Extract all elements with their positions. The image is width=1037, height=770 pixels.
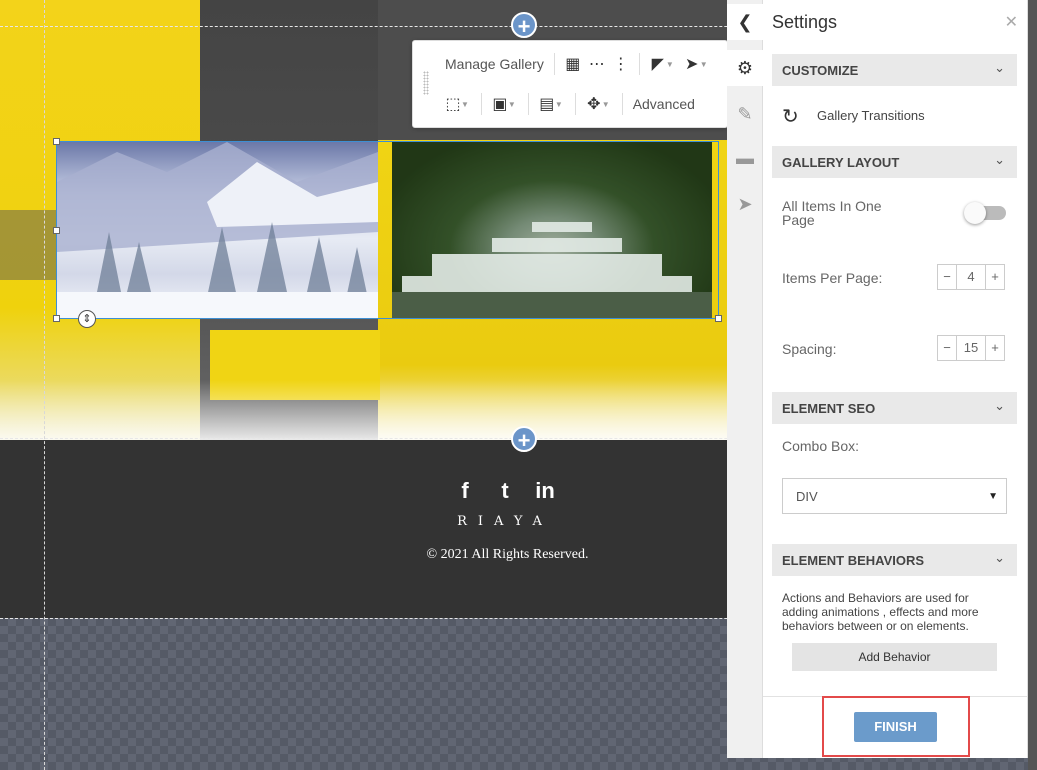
combo-box-label: Combo Box: [782,438,860,454]
ruler-icon[interactable]: ▬ [727,140,763,176]
section-gallery-layout[interactable]: GALLERY LAYOUT ⌄ [772,146,1017,178]
behaviors-description: Actions and Behaviors are used for addin… [782,591,979,633]
gallery-image-waterfall[interactable] [392,142,712,318]
spacing-value[interactable]: 15 [956,336,986,360]
twitter-icon[interactable]: t [494,478,516,504]
toolbar-divider [527,93,529,115]
spacing-stepper: − 15 + [937,335,1005,361]
gallery-transitions-link[interactable]: Gallery Transitions [817,108,925,123]
resize-handle[interactable] [53,138,60,145]
toolbar-divider [574,93,576,115]
chevron-down-icon[interactable]: ⌄ [994,398,1005,414]
canvas-edge [1028,0,1037,770]
transitions-icon: ↻ [782,106,799,128]
resize-handle[interactable] [53,227,60,234]
all-items-toggle[interactable] [964,202,1006,224]
facebook-icon[interactable]: f [454,478,476,504]
caret-down-icon: ▼ [988,491,998,502]
caret-down-icon[interactable]: ▼ [700,60,708,69]
gear-icon[interactable]: ⚙ [727,50,763,86]
increment-button[interactable]: + [986,265,1004,289]
add-section-top-button[interactable]: + [511,12,537,39]
resize-handle[interactable] [53,315,60,322]
caret-down-icon[interactable]: ▼ [602,100,610,109]
grid-icon[interactable]: ▦ [561,54,585,74]
element-toolbar: Manage Gallery ▦ ⋯ ⋮ ◤ ▼ ➤ ▼ ⬚ ▼ ▣ ▼ ▤ ▼… [412,40,728,128]
chevron-left-icon[interactable]: ❮ [727,4,763,40]
manage-gallery-button[interactable]: Manage Gallery [441,56,548,72]
advanced-button[interactable]: Advanced [629,96,699,112]
chevron-down-icon[interactable]: ⌄ [994,60,1005,76]
reorder-handle-icon[interactable]: ⇕ [78,310,96,328]
items-per-page-label: Items Per Page: [782,270,883,286]
rocket-icon[interactable]: ➤ [727,186,763,222]
decrement-button[interactable]: − [938,265,956,289]
layout-guide [44,0,45,770]
caret-down-icon[interactable]: ▼ [555,100,563,109]
add-behavior-button[interactable]: Add Behavior [792,643,997,671]
items-per-page-stepper: − 4 + [937,264,1005,290]
toolbar-divider [638,53,640,75]
section-element-seo[interactable]: ELEMENT SEO ⌄ [772,392,1017,424]
combo-box-value: DIV [796,489,818,504]
items-per-page-value[interactable]: 4 [956,265,986,289]
increment-button[interactable]: + [986,336,1004,360]
panel-title: Settings [772,12,838,32]
drag-grip-icon[interactable] [423,71,429,95]
section-label: CUSTOMIZE [782,63,859,78]
close-icon[interactable]: ✕ [1005,12,1018,32]
resize-handle[interactable] [715,315,722,322]
section-label: GALLERY LAYOUT [782,155,900,170]
section-customize[interactable]: CUSTOMIZE ⌄ [772,54,1017,86]
settings-sidenav: ❮ ⚙ ✎ ▬ ➤ [727,0,763,758]
dots-vertical-icon[interactable]: ⋮ [609,54,633,74]
caret-down-icon[interactable]: ▼ [666,60,674,69]
gallery-image-snowy-mountain[interactable] [57,142,378,318]
linkedin-icon[interactable]: in [534,478,556,504]
section-element-behaviors[interactable]: ELEMENT BEHAVIORS ⌄ [772,544,1017,576]
toolbar-divider [621,93,623,115]
caret-down-icon[interactable]: ▼ [461,100,469,109]
finish-button[interactable]: FINISH [854,712,937,742]
add-section-bottom-button[interactable]: + [511,426,537,453]
chevron-down-icon[interactable]: ⌄ [994,152,1005,168]
settings-panel: Settings ✕ CUSTOMIZE ⌄ ↻ Gallery Transit… [763,0,1028,758]
section-label: ELEMENT BEHAVIORS [782,553,925,568]
gallery-element[interactable] [56,141,719,319]
combo-box-select[interactable]: DIV ▼ [782,478,1007,514]
decrement-button[interactable]: − [938,336,956,360]
all-items-label: All Items In One Page [782,198,882,228]
dots-horizontal-icon[interactable]: ⋯ [585,54,609,74]
toolbar-divider [553,53,555,75]
chevron-down-icon[interactable]: ⌄ [994,550,1005,566]
spacing-label: Spacing: [782,341,837,357]
toolbar-divider [480,93,482,115]
section-label: ELEMENT SEO [782,401,876,416]
caret-down-icon[interactable]: ▼ [508,100,516,109]
brush-icon[interactable]: ✎ [727,96,763,132]
